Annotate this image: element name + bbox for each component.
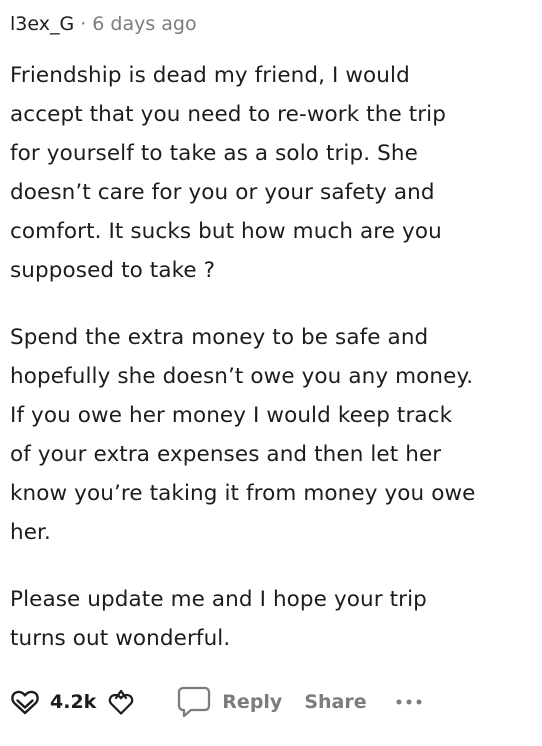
text-line: for yourself to take as a solo trip. She xyxy=(10,141,418,166)
text-line: turns out wonderful. xyxy=(10,626,231,651)
text-line: know you’re taking it from money you owe xyxy=(10,481,476,506)
comment-timestamp: 6 days ago xyxy=(92,13,197,35)
text-line: comfort. It sucks but how much are you xyxy=(10,219,442,244)
more-options-button[interactable] xyxy=(395,697,423,707)
comment-paragraph: Spend the extra money to be safe and hop… xyxy=(10,318,538,552)
comment-actions: 4.2k Reply Share xyxy=(10,682,423,722)
comment-author[interactable]: l3ex_G xyxy=(10,13,74,35)
reply-label: Reply xyxy=(222,691,283,713)
share-button[interactable]: Share xyxy=(304,691,366,713)
comment-paragraph: Friendship is dead my friend, I would ac… xyxy=(10,56,538,290)
text-line: supposed to take ? xyxy=(10,258,216,283)
comment-body: Friendship is dead my friend, I would ac… xyxy=(10,56,538,686)
text-line: hopefully she doesn’t owe you any money. xyxy=(10,364,474,389)
vote-score: 4.2k xyxy=(50,691,97,713)
text-line: If you owe her money I would keep track xyxy=(10,403,453,428)
text-line: her. xyxy=(10,520,51,545)
text-line: of your extra expenses and then let her xyxy=(10,442,442,467)
text-line: Friendship is dead my friend, I would xyxy=(10,63,410,88)
text-line: doesn’t care for you or your safety and xyxy=(10,180,435,205)
reply-button[interactable]: Reply xyxy=(176,685,282,719)
upvote-icon[interactable] xyxy=(10,687,40,717)
comment-paragraph: Please update me and I hope your trip tu… xyxy=(10,580,538,658)
more-dots-icon xyxy=(395,697,423,707)
reply-bubble-icon xyxy=(176,685,212,719)
downvote-icon[interactable] xyxy=(106,687,136,717)
text-line: Please update me and I hope your trip xyxy=(10,587,427,612)
text-line: accept that you need to re-work the trip xyxy=(10,102,446,127)
comment-meta: l3ex_G · 6 days ago xyxy=(10,10,197,38)
text-line: Spend the extra money to be safe and xyxy=(10,325,429,350)
meta-separator: · xyxy=(80,13,87,35)
